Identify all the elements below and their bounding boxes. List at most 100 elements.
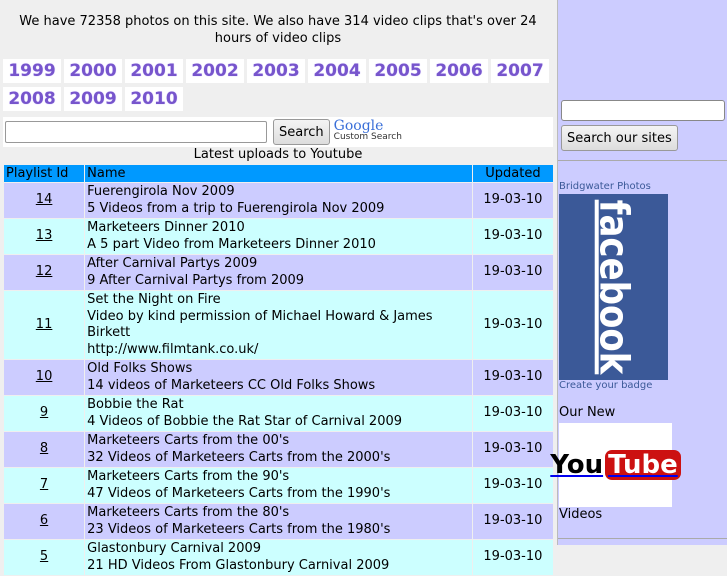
- year-link-2009[interactable]: 2009: [64, 87, 122, 111]
- table-row: 7 Marketeers Carts from the 90's 47 Video…: [4, 468, 553, 503]
- playlist-id-cell: 12: [4, 255, 85, 290]
- playlist-title: Old Folks Shows: [87, 361, 193, 376]
- facebook-logo: facebook: [590, 199, 637, 375]
- playlist-id-cell: 14: [4, 183, 85, 218]
- playlist-description: http://www.filmtank.co.uk/: [87, 341, 259, 357]
- search-our-sites-button[interactable]: Search our sites: [561, 125, 678, 151]
- year-links: 1999 2000 2001 2002 2003 2004 2005 2006 2007 2008…: [0, 56, 556, 115]
- year-link-2002[interactable]: 2002: [186, 59, 244, 83]
- updated-cell: 19-03-10: [472, 360, 553, 395]
- playlist-description: 23 Videos of Marketeers Carts from the 1…: [87, 521, 391, 537]
- playlist-id-link[interactable]: 9: [40, 405, 48, 420]
- videos-label: Videos: [559, 507, 603, 522]
- bridgwater-photos-link[interactable]: Bridgwater Photos: [559, 181, 651, 192]
- table-row: 12 After Carnival Partys 2009 9 After Car…: [4, 255, 553, 290]
- playlist-id-cell: 6: [4, 504, 85, 539]
- playlist-id-cell: 11: [4, 291, 85, 359]
- updated-cell: 19-03-10: [472, 291, 553, 359]
- playlist-id-cell: 9: [4, 396, 85, 431]
- table-row: 13 Marketeers Dinner 2010 A 5 part Video …: [4, 219, 553, 254]
- playlist-id-link[interactable]: 6: [40, 513, 48, 528]
- sidebar: Search our sites Bridgwater Photos faceb…: [550, 0, 727, 545]
- updated-cell: 19-03-10: [472, 396, 553, 431]
- divider: [558, 160, 727, 161]
- intro-text: We have 72358 photos on this site. We al…: [19, 14, 537, 46]
- playlist-name-cell: Marketeers Carts from the 00's 32 Videos …: [85, 432, 472, 467]
- playlist-id-cell: 10: [4, 360, 85, 395]
- year-link-2004[interactable]: 2004: [308, 59, 366, 83]
- youtube-logo-link[interactable]: You Tube: [550, 423, 681, 507]
- main-content: We have 72358 photos on this site. We al…: [0, 0, 556, 576]
- year-link-2001[interactable]: 2001: [125, 59, 183, 83]
- playlist-id-link[interactable]: 10: [36, 369, 53, 384]
- playlist-title: After Carnival Partys 2009: [87, 256, 258, 271]
- site-search-input[interactable]: [561, 100, 725, 121]
- playlist-title: Set the Night on Fire: [87, 292, 221, 307]
- table-row: 6 Marketeers Carts from the 80's 23 Video…: [4, 504, 553, 539]
- table-row: 5 Glastonbury Carnival 2009 21 HD Videos …: [4, 540, 553, 575]
- playlist-description: 32 Videos of Marketeers Carts from the 2…: [87, 449, 391, 465]
- facebook-badge[interactable]: facebook: [559, 194, 668, 380]
- table-row: 11 Set the Night on Fire Video by kind pe…: [4, 291, 553, 359]
- table-caption: Latest uploads to Youtube: [193, 147, 363, 162]
- updated-cell: 19-03-10: [472, 468, 553, 503]
- playlist-id-link[interactable]: 13: [36, 228, 53, 243]
- playlist-name-cell: Glastonbury Carnival 2009 21 HD Videos Fr…: [85, 540, 472, 575]
- playlist-title: Fuerengirola Nov 2009: [87, 184, 235, 199]
- year-link-2000[interactable]: 2000: [64, 59, 122, 83]
- updated-cell: 19-03-10: [472, 219, 553, 254]
- playlist-id-link[interactable]: 14: [36, 192, 53, 207]
- table-row: 8 Marketeers Carts from the 00's 32 Video…: [4, 432, 553, 467]
- playlist-name-cell: Bobbie the Rat 4 Videos of Bobbie the Rat…: [85, 396, 472, 431]
- playlist-name-cell: Marketeers Dinner 2010 A 5 part Video fro…: [85, 219, 472, 254]
- playlist-table: Playlist Id Name Updated 14 Fuerengirola…: [3, 164, 554, 576]
- playlist-description: Video by kind permission of Michael Howa…: [87, 308, 433, 341]
- playlist-name-cell: Marketeers Carts from the 80's 23 Videos …: [85, 504, 472, 539]
- playlist-id-link[interactable]: 12: [36, 264, 53, 279]
- search-button[interactable]: Search: [273, 119, 330, 145]
- playlist-id-link[interactable]: 7: [40, 477, 48, 492]
- google-logo: Google Custom Search: [333, 118, 402, 142]
- header-name: Name: [85, 165, 472, 182]
- playlist-name-cell: After Carnival Partys 2009 9 After Carniv…: [85, 255, 472, 290]
- playlist-title: Marketeers Carts from the 00's: [87, 433, 290, 448]
- year-link-1999[interactable]: 1999: [3, 59, 61, 83]
- table-row: 14 Fuerengirola Nov 2009 5 Videos from a …: [4, 183, 553, 218]
- updated-cell: 19-03-10: [472, 432, 553, 467]
- playlist-description: 14 videos of Marketeers CC Old Folks Sho…: [87, 377, 376, 393]
- year-link-2006[interactable]: 2006: [430, 59, 488, 83]
- playlist-description: 21 HD Videos From Glastonbury Carnival 2…: [87, 557, 390, 573]
- playlist-name-cell: Marketeers Carts from the 90's 47 Videos …: [85, 468, 472, 503]
- playlist-name-cell: Set the Night on Fire Video by kind permi…: [85, 291, 472, 359]
- playlist-description: 5 Videos from a trip to Fuerengirola Nov…: [87, 200, 385, 216]
- playlist-title: Marketeers Dinner 2010: [87, 220, 245, 235]
- playlist-id-cell: 13: [4, 219, 85, 254]
- header-playlist-id: Playlist Id: [4, 165, 85, 182]
- search-input[interactable]: [5, 121, 267, 143]
- playlist-description: 47 Videos of Marketeers Carts from the 1…: [87, 485, 391, 501]
- table-row: 9 Bobbie the Rat 4 Videos of Bobbie the R…: [4, 396, 553, 431]
- create-badge-link[interactable]: Create your badge: [559, 380, 652, 391]
- year-link-2005[interactable]: 2005: [369, 59, 427, 83]
- playlist-id-cell: 7: [4, 468, 85, 503]
- playlist-id-cell: 5: [4, 540, 85, 575]
- playlist-description: 9 After Carnival Partys from 2009: [87, 272, 305, 288]
- playlist-description: 4 Videos of Bobbie the Rat Star of Carni…: [87, 413, 403, 429]
- google-search-bar: Search Google Custom Search: [3, 117, 553, 147]
- playlist-id-link[interactable]: 11: [36, 317, 53, 332]
- header-updated: Updated: [472, 165, 553, 182]
- year-link-2010[interactable]: 2010: [125, 87, 183, 111]
- playlist-id-link[interactable]: 8: [40, 441, 48, 456]
- year-link-2008[interactable]: 2008: [3, 87, 61, 111]
- year-link-2007[interactable]: 2007: [491, 59, 549, 83]
- divider: [558, 538, 727, 539]
- playlist-name-cell: Old Folks Shows 14 videos of Marketeers C…: [85, 360, 472, 395]
- updated-cell: 19-03-10: [472, 183, 553, 218]
- updated-cell: 19-03-10: [472, 255, 553, 290]
- our-new-label: Our New: [559, 405, 616, 420]
- playlist-id-link[interactable]: 5: [40, 549, 48, 564]
- updated-cell: 19-03-10: [472, 504, 553, 539]
- table-row: 10 Old Folks Shows 14 videos of Marketeer…: [4, 360, 553, 395]
- playlist-title: Marketeers Carts from the 90's: [87, 469, 290, 484]
- year-link-2003[interactable]: 2003: [247, 59, 305, 83]
